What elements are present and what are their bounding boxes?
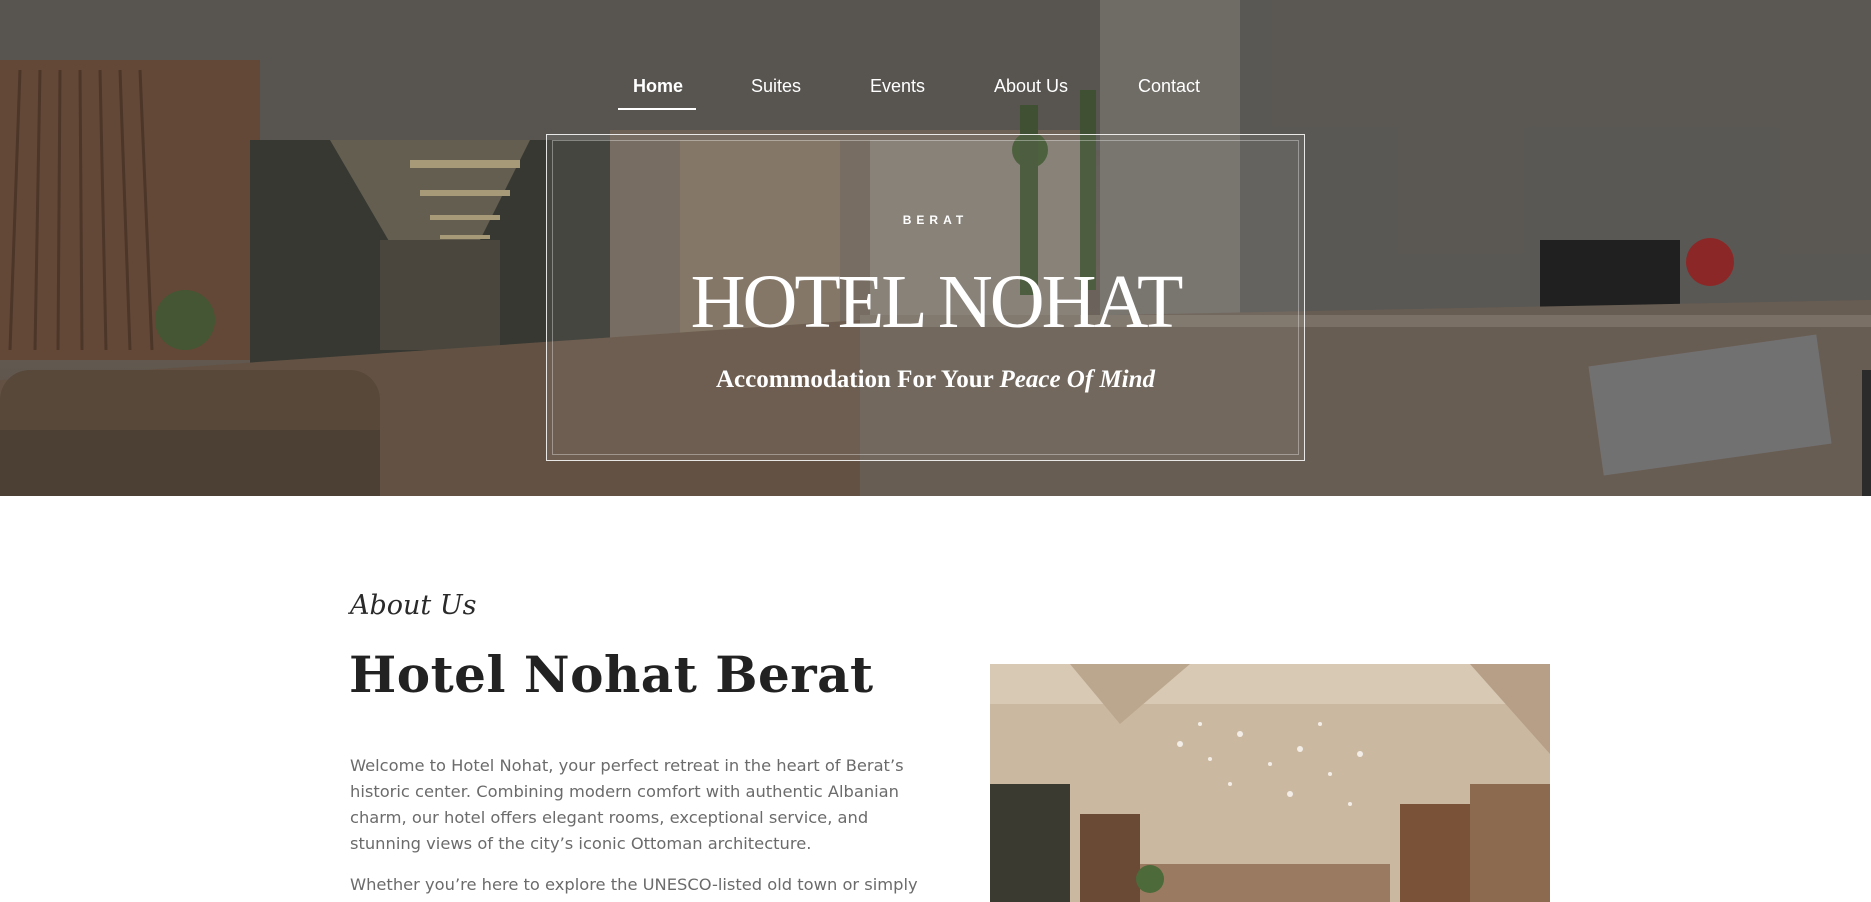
hero-title: HOTEL NOHAT <box>690 260 1184 344</box>
nav-contact[interactable]: Contact <box>1138 76 1200 97</box>
nav-about-us[interactable]: About Us <box>994 76 1068 97</box>
hero-tagline-plain: Accommodation For Your <box>715 366 1000 393</box>
lobby-chandelier-photo <box>990 664 1550 902</box>
nav-events[interactable]: Events <box>870 76 925 97</box>
main-nav: Home Suites Events About Us Contact <box>0 0 1871 110</box>
hero-tagline: Accommodation For Your Peace Of Mind <box>0 366 1871 394</box>
nav-suites[interactable]: Suites <box>751 76 801 97</box>
hero-tagline-emphasis: Peace Of Mind <box>999 366 1156 393</box>
about-paragraph-1: Welcome to Hotel Nohat, your perfect ret… <box>350 756 904 853</box>
hero-location: BERAT <box>902 213 969 227</box>
about-title: Hotel Nohat Berat <box>349 645 874 704</box>
about-kicker: About Us <box>350 590 477 621</box>
hero-section: Home Suites Events About Us Contact BERA… <box>0 0 1871 496</box>
active-nav-indicator <box>618 108 696 110</box>
about-paragraph-2: Whether you’re here to explore the UNESC… <box>350 875 918 894</box>
nav-home[interactable]: Home <box>633 76 683 97</box>
edge-strip <box>1862 370 1871 496</box>
